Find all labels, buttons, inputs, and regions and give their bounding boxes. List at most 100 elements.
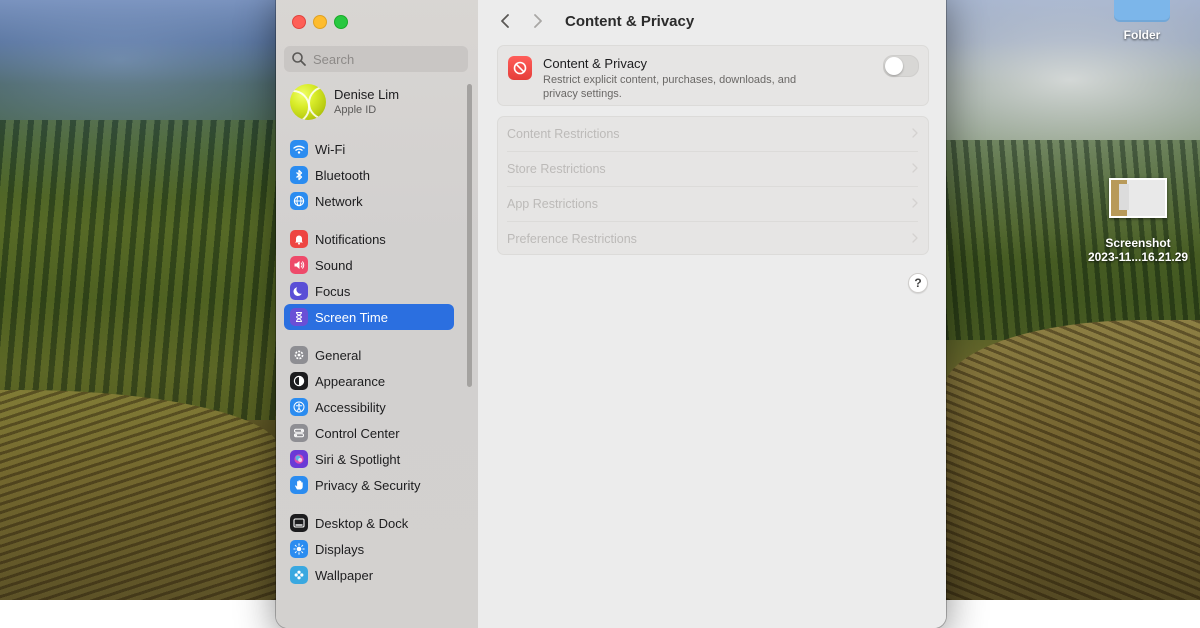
sidebar-item-notifications[interactable]: Notifications bbox=[284, 226, 454, 252]
accessibility-icon bbox=[290, 398, 308, 416]
profile-name: Denise Lim bbox=[334, 87, 400, 102]
wallpaper-vineyard-left bbox=[0, 390, 280, 600]
sidebar-item-privacy-and-security[interactable]: Privacy & Security bbox=[284, 472, 454, 498]
chevron-right-icon bbox=[912, 197, 918, 211]
sidebar-item-wallpaper[interactable]: Wallpaper bbox=[284, 562, 454, 588]
sidebar-item-label: Bluetooth bbox=[315, 167, 370, 183]
window-controls bbox=[292, 15, 348, 29]
sidebar-item-label: Notifications bbox=[315, 231, 386, 247]
system-settings-window: Search Denise Lim Apple ID Wi-Fi Bluetoot… bbox=[276, 0, 946, 628]
wallpaper-vineyard-right bbox=[944, 320, 1200, 600]
sidebar-item-label: Displays bbox=[315, 541, 365, 557]
page-title: Content & Privacy bbox=[565, 12, 695, 30]
content-privacy-description: Restrict explicit content, purchases, do… bbox=[543, 74, 797, 100]
siri-icon bbox=[290, 450, 308, 468]
toolbar: Content & Privacy bbox=[478, 8, 946, 34]
sidebar-item-label: Siri & Spotlight bbox=[315, 451, 401, 467]
apple-id-profile[interactable]: Denise Lim Apple ID bbox=[290, 84, 399, 120]
main-pane: Content & Privacy Content & Privacy Rest… bbox=[478, 0, 946, 628]
speaker-icon bbox=[290, 256, 308, 274]
gear-icon bbox=[290, 346, 308, 364]
sidebar-item-label: Wi-Fi bbox=[315, 141, 346, 157]
chevron-left-icon bbox=[501, 14, 509, 28]
restrictions-list: Content Restrictions Store Restrictions Ap… bbox=[497, 116, 929, 255]
sidebar-group-divider bbox=[284, 214, 454, 226]
zoom-button[interactable] bbox=[334, 15, 348, 29]
hourglass-icon bbox=[290, 308, 308, 326]
sidebar-item-label: Privacy & Security bbox=[315, 477, 421, 493]
search-placeholder: Search bbox=[313, 51, 355, 67]
hand-icon bbox=[290, 476, 308, 494]
sidebar-item-label: Appearance bbox=[315, 373, 386, 389]
screenshot-thumbnail-icon bbox=[1109, 178, 1167, 218]
chevron-right-icon bbox=[534, 14, 542, 28]
sidebar-item-label: Control Center bbox=[315, 425, 400, 441]
sun-icon bbox=[290, 540, 308, 558]
sidebar-item-label: Desktop & Dock bbox=[315, 515, 409, 531]
sidebar-scrollbar[interactable] bbox=[467, 84, 472, 387]
sidebar-item-label: Sound bbox=[315, 257, 353, 273]
restriction-icon bbox=[508, 56, 532, 80]
sidebar-item-bluetooth[interactable]: Bluetooth bbox=[284, 162, 454, 188]
search-icon bbox=[292, 52, 306, 66]
desktop-folder[interactable]: Folder bbox=[1110, 0, 1174, 42]
appearance-icon bbox=[290, 372, 308, 390]
sidebar-item-desktop-and-dock[interactable]: Desktop & Dock bbox=[284, 510, 454, 536]
wifi-icon bbox=[290, 140, 308, 158]
desktop-screenshot-file[interactable]: Screenshot 2023-11...16.21.29 bbox=[1082, 178, 1194, 264]
sidebar-item-label: Network bbox=[315, 193, 363, 209]
wallpaper-forest-left bbox=[0, 120, 280, 420]
sidebar-item-wi-fi[interactable]: Wi-Fi bbox=[284, 136, 454, 162]
screenshot-label-line1: Screenshot bbox=[1105, 236, 1171, 250]
sidebar-item-label: Wallpaper bbox=[315, 567, 374, 583]
row-label: App Restrictions bbox=[507, 197, 599, 211]
close-button[interactable] bbox=[292, 15, 306, 29]
sidebar-item-label: Focus bbox=[315, 283, 351, 299]
sidebar-item-accessibility[interactable]: Accessibility bbox=[284, 394, 454, 420]
control-center-icon bbox=[290, 424, 308, 442]
sidebar-item-siri-and-spotlight[interactable]: Siri & Spotlight bbox=[284, 446, 454, 472]
sidebar-item-label: Accessibility bbox=[315, 399, 386, 415]
row-label: Content Restrictions bbox=[507, 127, 620, 141]
sidebar-item-displays[interactable]: Displays bbox=[284, 536, 454, 562]
row-store-restrictions[interactable]: Store Restrictions bbox=[507, 152, 918, 187]
toggle-knob bbox=[885, 57, 903, 75]
content-privacy-card: Content & Privacy Restrict explicit cont… bbox=[497, 45, 929, 106]
row-label: Preference Restrictions bbox=[507, 232, 637, 246]
content-privacy-toggle[interactable] bbox=[883, 55, 919, 77]
sidebar-item-screen-time[interactable]: Screen Time bbox=[284, 304, 454, 330]
desktop-folder-label: Folder bbox=[1123, 28, 1161, 42]
sidebar-item-network[interactable]: Network bbox=[284, 188, 454, 214]
avatar bbox=[290, 84, 326, 120]
folder-icon bbox=[1114, 0, 1170, 22]
dock-icon bbox=[290, 514, 308, 532]
row-app-restrictions[interactable]: App Restrictions bbox=[507, 187, 918, 222]
sidebar-item-appearance[interactable]: Appearance bbox=[284, 368, 454, 394]
chevron-right-icon bbox=[912, 232, 918, 246]
back-button[interactable] bbox=[494, 10, 516, 32]
sidebar-item-general[interactable]: General bbox=[284, 342, 454, 368]
chevron-right-icon bbox=[912, 127, 918, 141]
bell-icon bbox=[290, 230, 308, 248]
screenshot-label-line2: 2023-11...16.21.29 bbox=[1087, 250, 1189, 264]
sidebar-group-divider bbox=[284, 330, 454, 342]
forward-button[interactable] bbox=[527, 10, 549, 32]
bluetooth-icon bbox=[290, 166, 308, 184]
globe-icon bbox=[290, 192, 308, 210]
row-content-restrictions[interactable]: Content Restrictions bbox=[507, 117, 918, 152]
sidebar-item-control-center[interactable]: Control Center bbox=[284, 420, 454, 446]
minimize-button[interactable] bbox=[313, 15, 327, 29]
content-privacy-title: Content & Privacy bbox=[543, 56, 648, 71]
sidebar-item-sound[interactable]: Sound bbox=[284, 252, 454, 278]
search-input[interactable]: Search bbox=[284, 46, 468, 72]
row-label: Store Restrictions bbox=[507, 162, 606, 176]
sidebar-item-label: General bbox=[315, 347, 362, 363]
sidebar-item-focus[interactable]: Focus bbox=[284, 278, 454, 304]
sidebar-group-divider bbox=[284, 498, 454, 510]
row-preference-restrictions[interactable]: Preference Restrictions bbox=[507, 222, 918, 256]
help-button[interactable]: ? bbox=[908, 273, 928, 293]
profile-subtitle: Apple ID bbox=[334, 104, 377, 116]
sidebar-nav: Wi-Fi Bluetooth Network Notifications Sound F… bbox=[284, 136, 454, 588]
chevron-right-icon bbox=[912, 162, 918, 176]
moon-icon bbox=[290, 282, 308, 300]
